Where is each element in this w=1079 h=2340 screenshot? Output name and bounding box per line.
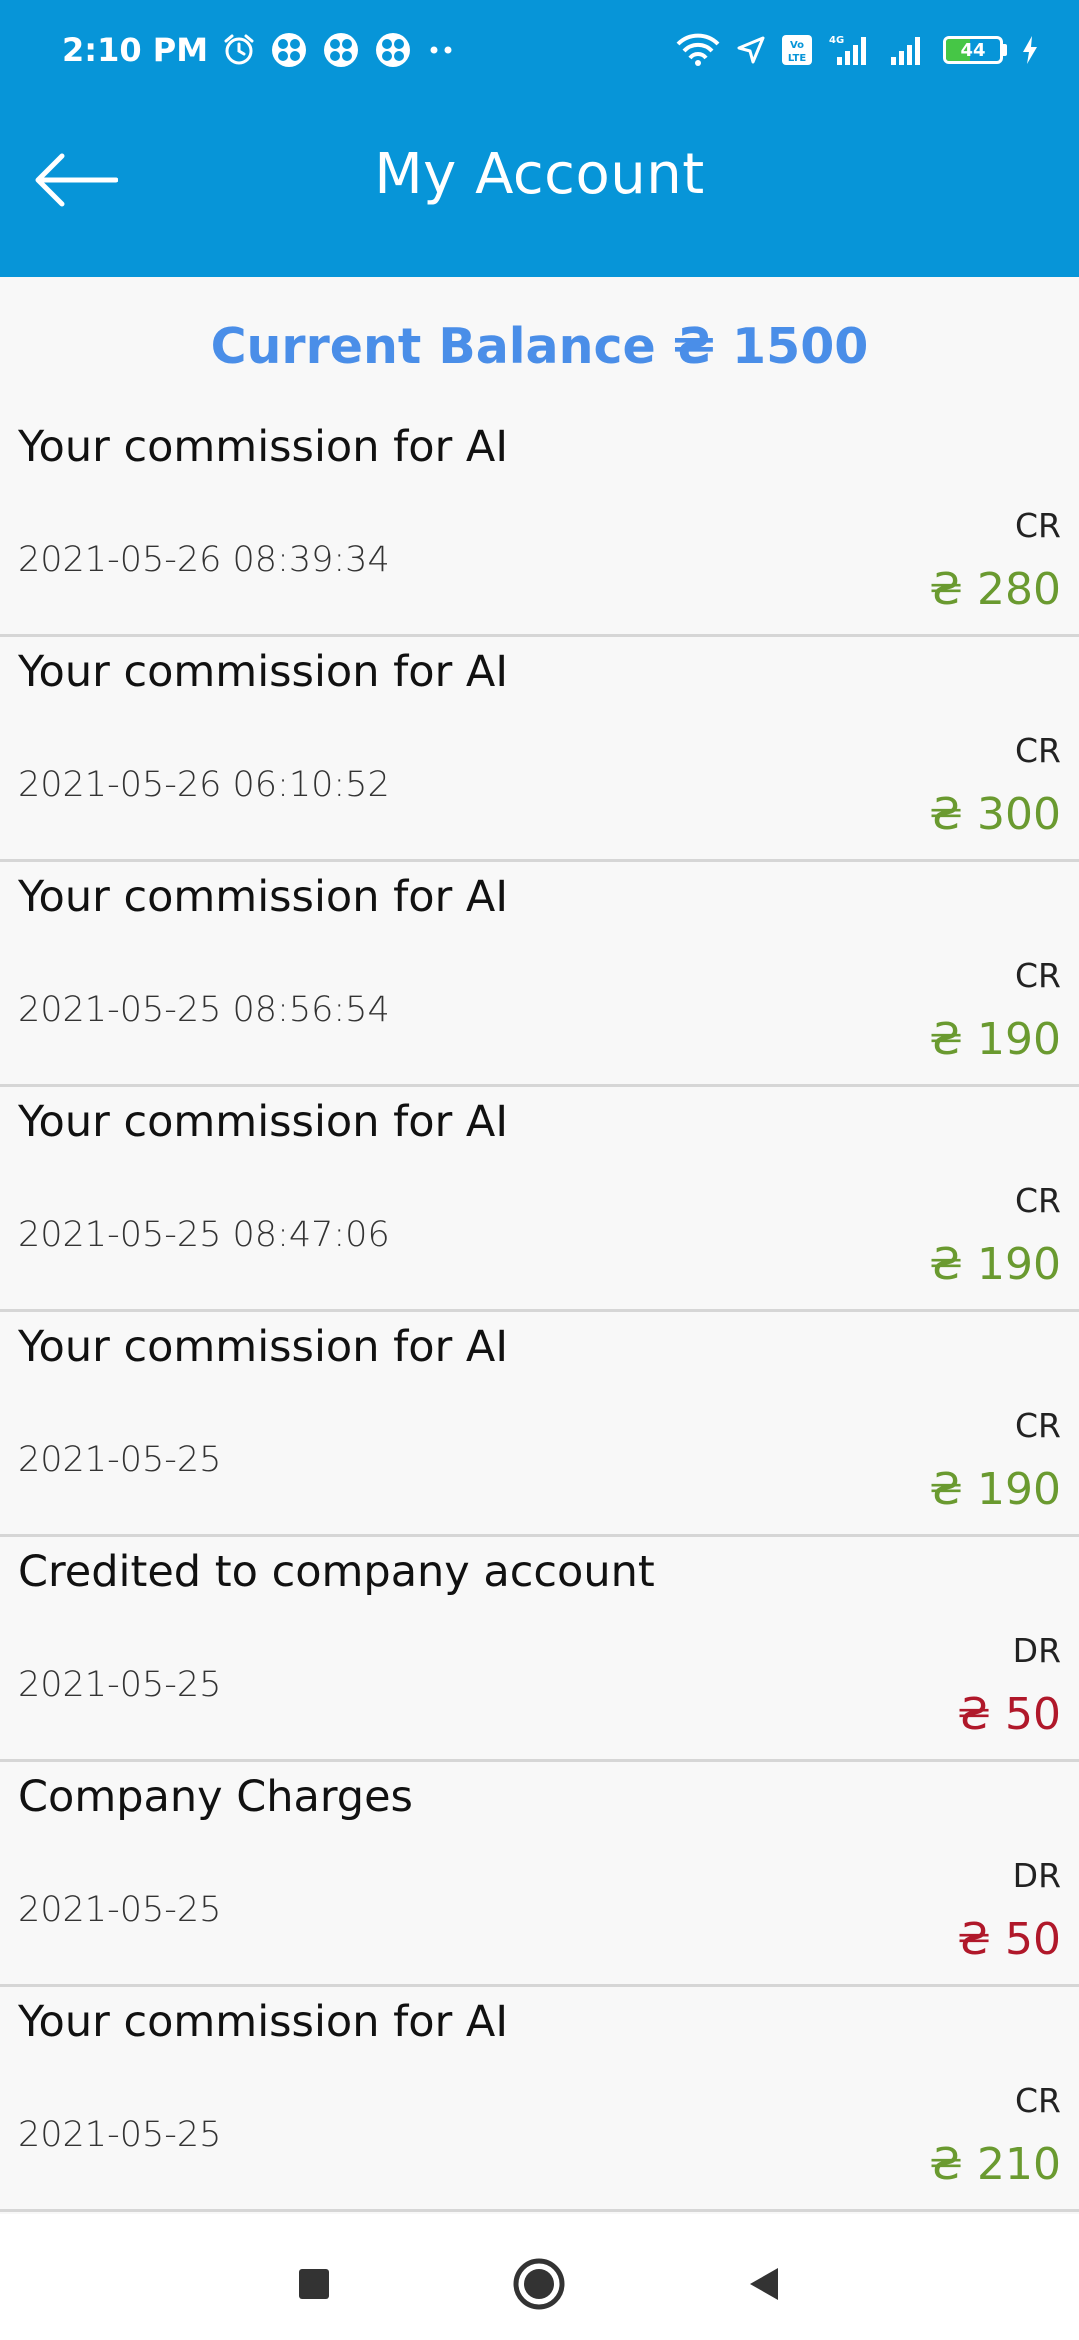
transaction-type: CR [1015, 956, 1061, 995]
transaction-date: 2021-05-25 [18, 1890, 222, 1930]
transaction-date: 2021-05-25 08:56:54 [18, 990, 390, 1030]
app-icon [374, 31, 412, 69]
transaction-row: Your commission for AI 2021-05-25 08:56:5… [0, 862, 1079, 1087]
page-title: My Account [374, 142, 705, 207]
transaction-title: Your commission for AI [18, 872, 509, 922]
current-balance: Current Balance ₴ 1500 [210, 318, 869, 375]
toolbar: My Account [0, 110, 1079, 250]
battery-level: 44 [960, 39, 986, 61]
transaction-title: Credited to company account [18, 1547, 655, 1597]
signal-4g-icon: 4G [827, 33, 873, 67]
transaction-amount: ₴ 190 [928, 1014, 1061, 1065]
transaction-amount: ₴ 50 [956, 1914, 1061, 1965]
transaction-amount: ₴ 50 [956, 1689, 1061, 1740]
transaction-title: Your commission for AI [18, 422, 509, 472]
transaction-type: DR [1012, 1856, 1061, 1895]
transaction-date: 2021-05-25 08:47:06 [18, 1215, 390, 1255]
transaction-date: 2021-05-25 [18, 1440, 222, 1480]
signal-icon [887, 33, 929, 67]
transaction-row: Your commission for AI 2021-05-25 CR ₴ 190 [0, 1312, 1079, 1537]
transaction-title: Your commission for AI [18, 1322, 509, 1372]
recents-icon [299, 2269, 329, 2299]
transaction-row: Your commission for AI 2021-05-25 08:47:0… [0, 1087, 1079, 1312]
transaction-row: Company Charges 2021-05-25 DR ₴ 50 [0, 1762, 1079, 1987]
home-button[interactable] [509, 2254, 569, 2314]
transaction-type: CR [1015, 506, 1061, 545]
transaction-date: 2021-05-26 08:39:34 [18, 540, 390, 580]
transaction-amount: ₴ 210 [928, 2139, 1061, 2190]
transaction-title: Your commission for AI [18, 647, 509, 697]
transaction-type: CR [1015, 731, 1061, 770]
transaction-row: Credited to company account 2021-05-25 DR ₴… [0, 1537, 1079, 1762]
transaction-amount: ₴ 280 [928, 564, 1061, 615]
transaction-row: Your commission for AI 2021-05-26 06:10:5… [0, 637, 1079, 862]
svg-text:4G: 4G [829, 35, 844, 46]
transaction-amount: ₴ 190 [928, 1239, 1061, 1290]
transaction-list: Your commission for AI 2021-05-26 08:39:3… [0, 412, 1079, 2212]
app-icon [322, 31, 360, 69]
back-icon [750, 2268, 778, 2300]
alarm-icon [222, 33, 256, 67]
transaction-type: CR [1015, 1406, 1061, 1445]
status-bar: 2:10 PM Vo LTE 4G 44 [0, 0, 1079, 100]
transaction-type: CR [1015, 1181, 1061, 1220]
charging-icon [1021, 35, 1039, 65]
svg-text:Vo: Vo [790, 40, 804, 51]
transaction-row: Your commission for AI 2021-05-26 08:39:3… [0, 412, 1079, 637]
transaction-type: CR [1015, 2081, 1061, 2120]
more-dots-icon [426, 45, 456, 55]
volte-icon: Vo LTE [781, 34, 813, 66]
battery-icon: 44 [943, 36, 1007, 64]
status-time: 2:10 PM [62, 31, 209, 69]
recents-button[interactable] [284, 2254, 344, 2314]
home-icon [513, 2258, 565, 2310]
app-bar: 2:10 PM Vo LTE 4G 44 My Account [0, 0, 1079, 277]
transaction-row: Your commission for AI 2021-05-25 CR ₴ 210 [0, 1987, 1079, 2212]
transaction-title: Your commission for AI [18, 1097, 509, 1147]
transaction-amount: ₴ 300 [928, 789, 1061, 840]
nav-back-button[interactable] [734, 2254, 794, 2314]
transaction-date: 2021-05-25 [18, 2115, 222, 2155]
wifi-icon [675, 33, 721, 67]
navigation-bar [0, 2214, 1079, 2340]
transaction-type: DR [1012, 1631, 1061, 1670]
svg-text:LTE: LTE [788, 53, 807, 64]
location-icon [735, 34, 767, 66]
app-icon [270, 31, 308, 69]
transaction-date: 2021-05-26 06:10:52 [18, 765, 390, 805]
transaction-title: Your commission for AI [18, 1997, 509, 2047]
transaction-title: Company Charges [18, 1772, 413, 1822]
transaction-date: 2021-05-25 [18, 1665, 222, 1705]
transaction-amount: ₴ 190 [928, 1464, 1061, 1515]
